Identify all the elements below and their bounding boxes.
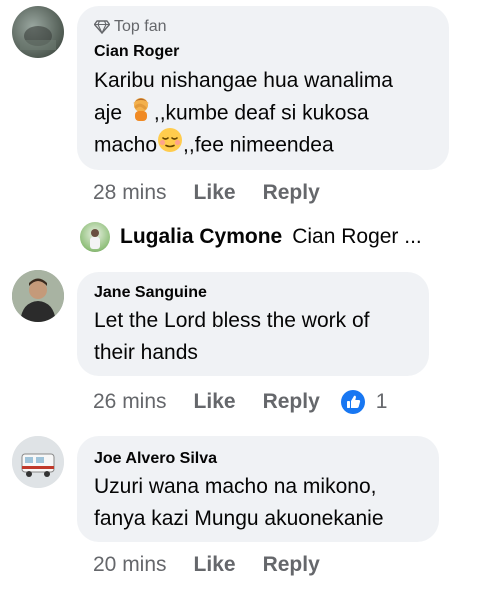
like-button[interactable]: Like — [194, 553, 236, 577]
reply-snippet: Cian Roger ... — [292, 225, 422, 248]
comment-text-line: Karibu nishangae hua wanalima — [94, 69, 393, 92]
avatar-joe-alvero-silva[interactable] — [12, 436, 64, 488]
like-button[interactable]: Like — [194, 181, 236, 205]
diamond-icon — [94, 20, 110, 34]
comment-meta: 26 mins Like Reply 1 — [93, 389, 387, 415]
comment-text-fragment: macho — [94, 133, 158, 157]
relieved-face-emoji-icon — [157, 127, 183, 165]
comment-author[interactable]: Joe Alvero Silva — [94, 450, 217, 468]
comment-text-line: Let the Lord bless the work of — [94, 309, 370, 332]
avatar-image — [90, 229, 100, 249]
comment-text-fragment: aje — [94, 101, 128, 125]
badge-label: Top fan — [114, 18, 167, 35]
comment-meta: 28 mins Like Reply — [93, 181, 320, 205]
top-fan-badge: Top fan — [94, 18, 166, 36]
comment-text-line: Uzuri wana macho na mikono, — [94, 475, 377, 498]
reaction-count: 1 — [375, 390, 388, 413]
reply-button[interactable]: Reply — [263, 181, 320, 205]
avatar-image — [12, 270, 64, 322]
comment-text-line: macho ,,fee nimeendea — [94, 127, 334, 165]
reply-author[interactable]: Lugalia Cymone — [120, 225, 282, 249]
comment-meta: 20 mins Like Reply — [93, 553, 320, 577]
comment-text-fragment: ,,kumbe deaf si kukosa — [153, 101, 369, 125]
avatar-image — [12, 436, 64, 488]
reply-button[interactable]: Reply — [263, 553, 320, 577]
reply-preview[interactable]: Lugalia Cymone Cian Roger ... — [80, 222, 422, 252]
comment-author[interactable]: Cian Roger — [94, 43, 179, 61]
avatar-lugalia-cymone — [80, 222, 110, 252]
like-button[interactable]: Like — [194, 390, 236, 414]
comment-time[interactable]: 28 mins — [93, 181, 167, 205]
comment-text-line: their hands — [94, 341, 198, 364]
comment-text-fragment: ,,fee nimeendea — [183, 133, 334, 157]
avatar-cian-roger[interactable] — [12, 6, 64, 58]
reaction-summary[interactable]: 1 — [340, 389, 388, 415]
thumbs-up-reaction-icon — [340, 390, 365, 414]
reply-button[interactable]: Reply — [263, 390, 320, 414]
comment-time[interactable]: 26 mins — [93, 390, 167, 414]
avatar-jane-sanguine[interactable] — [12, 270, 64, 322]
comment-author[interactable]: Jane Sanguine — [94, 284, 207, 302]
avatar-image — [20, 26, 56, 50]
comment-text-line: fanya kazi Mungu akuonekanie — [94, 507, 384, 530]
comment-time[interactable]: 20 mins — [93, 553, 167, 577]
